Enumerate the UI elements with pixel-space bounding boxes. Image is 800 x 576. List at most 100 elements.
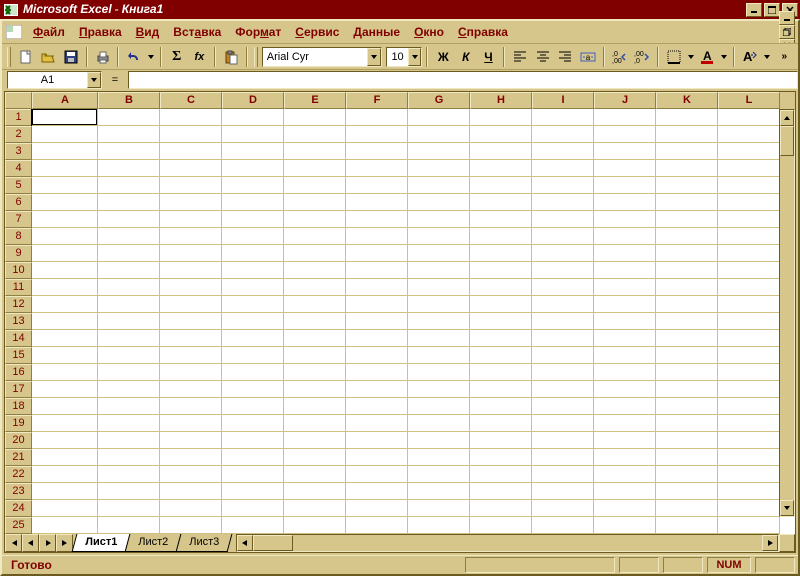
merge-center-button[interactable]: a [577,46,599,68]
row-header-8[interactable]: 8 [5,228,32,245]
align-center-button[interactable] [532,46,554,68]
undo-button[interactable] [123,46,145,68]
font-color-dropdown[interactable] [719,46,729,68]
cell-grid[interactable] [32,109,795,534]
col-header-D[interactable]: D [222,92,284,109]
col-header-A[interactable]: A [32,92,98,109]
select-all-corner[interactable] [5,92,32,109]
decrease-decimal-button[interactable]: ,00,0 [631,46,653,68]
font-color-button[interactable]: A [697,46,719,68]
sheet-tab-Лист1[interactable]: Лист1 [72,534,131,552]
col-header-G[interactable]: G [408,92,470,109]
doc-minimize-button[interactable] [779,11,795,25]
col-header-E[interactable]: E [284,92,346,109]
row-header-4[interactable]: 4 [5,160,32,177]
borders-dropdown[interactable] [686,46,696,68]
sheet-tab-Лист2[interactable]: Лист2 [125,534,182,552]
row-header-19[interactable]: 19 [5,415,32,432]
doc-control-icon[interactable] [5,23,23,41]
row-header-21[interactable]: 21 [5,449,32,466]
menu-Вставка[interactable]: Вставка [166,24,228,40]
new-button[interactable] [15,46,37,68]
vertical-scrollbar[interactable] [779,109,795,517]
row-header-11[interactable]: 11 [5,279,32,296]
row-header-7[interactable]: 7 [5,211,32,228]
row-header-3[interactable]: 3 [5,143,32,160]
align-left-button[interactable] [509,46,531,68]
row-header-13[interactable]: 13 [5,313,32,330]
tab-nav-prev[interactable] [22,534,39,552]
maximize-button[interactable] [764,3,780,17]
row-header-14[interactable]: 14 [5,330,32,347]
col-header-H[interactable]: H [470,92,532,109]
font-name-combo[interactable]: Arial Cyr [262,47,382,67]
row-header-25[interactable]: 25 [5,517,32,534]
scroll-left-button[interactable] [237,535,253,551]
bold-button[interactable]: Ж [432,46,454,68]
paste-button[interactable] [220,46,242,68]
increase-decimal-button[interactable]: ,0,00 [609,46,631,68]
save-button[interactable] [60,46,82,68]
align-right-button[interactable] [555,46,577,68]
print-button[interactable] [92,46,114,68]
borders-button[interactable] [663,46,685,68]
row-header-20[interactable]: 20 [5,432,32,449]
row-header-16[interactable]: 16 [5,364,32,381]
vscroll-thumb[interactable] [780,126,794,156]
scroll-down-button[interactable] [780,500,794,516]
horizontal-scrollbar[interactable] [236,534,779,552]
row-header-12[interactable]: 12 [5,296,32,313]
menu-Справка[interactable]: Справка [451,24,515,40]
menu-Окно[interactable]: Окно [407,24,451,40]
open-button[interactable] [38,46,60,68]
undo-dropdown[interactable] [146,46,156,68]
row-header-24[interactable]: 24 [5,500,32,517]
doc-restore-button[interactable] [779,25,795,39]
toolbar-grip[interactable] [7,47,11,67]
font-size-combo[interactable]: 10 [386,47,422,67]
underline-button[interactable]: Ч [478,46,500,68]
menu-Вид[interactable]: Вид [129,24,167,40]
col-header-K[interactable]: K [656,92,718,109]
menu-Данные[interactable]: Данные [346,24,407,40]
scroll-up-button[interactable] [780,110,794,126]
menu-Правка[interactable]: Правка [72,24,129,40]
minimize-button[interactable] [746,3,762,17]
row-header-9[interactable]: 9 [5,245,32,262]
formula-equals-button[interactable]: = [105,71,125,89]
col-header-L[interactable]: L [718,92,780,109]
menu-Формат[interactable]: Формат [228,24,288,40]
sheet-tab-Лист3[interactable]: Лист3 [176,534,233,552]
row-header-10[interactable]: 10 [5,262,32,279]
formula-input[interactable] [128,71,798,89]
tab-nav-next[interactable] [39,534,56,552]
zoom-text-button[interactable]: A [739,46,761,68]
scroll-right-button[interactable] [762,535,778,551]
toolbar-overflow[interactable]: » [773,46,795,68]
row-header-5[interactable]: 5 [5,177,32,194]
format-grip[interactable] [254,47,258,67]
col-header-F[interactable]: F [346,92,408,109]
tab-nav-last[interactable] [56,534,73,552]
row-header-2[interactable]: 2 [5,126,32,143]
row-header-6[interactable]: 6 [5,194,32,211]
menu-Файл[interactable]: Файл [26,24,72,40]
col-header-J[interactable]: J [594,92,656,109]
row-header-23[interactable]: 23 [5,483,32,500]
tab-nav-first[interactable] [5,534,22,552]
name-box[interactable]: A1 [7,71,102,89]
row-header-15[interactable]: 15 [5,347,32,364]
col-header-I[interactable]: I [532,92,594,109]
zoom-dropdown[interactable] [762,46,772,68]
row-header-1[interactable]: 1 [5,109,32,126]
row-header-18[interactable]: 18 [5,398,32,415]
autosum-button[interactable]: Σ [166,46,188,68]
menu-Сервис[interactable]: Сервис [288,24,346,40]
row-header-17[interactable]: 17 [5,381,32,398]
col-header-B[interactable]: B [98,92,160,109]
col-header-C[interactable]: C [160,92,222,109]
hscroll-thumb[interactable] [253,535,293,551]
function-button[interactable]: fx [189,46,211,68]
row-header-22[interactable]: 22 [5,466,32,483]
italic-button[interactable]: К [455,46,477,68]
